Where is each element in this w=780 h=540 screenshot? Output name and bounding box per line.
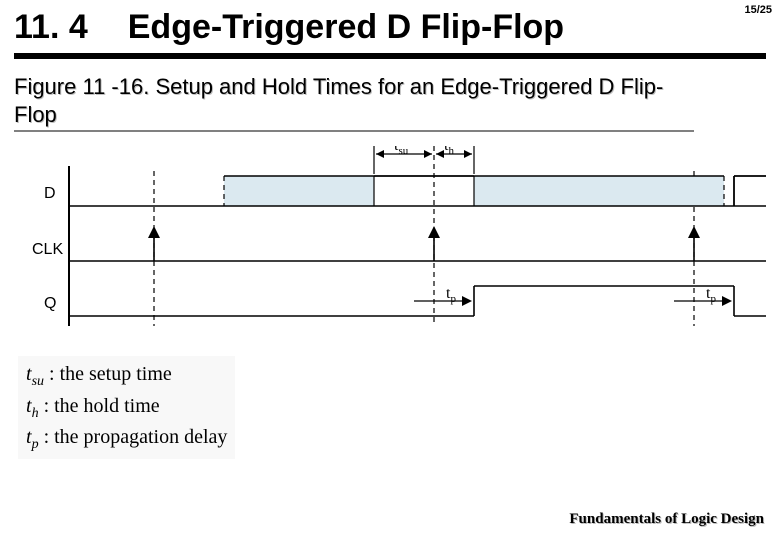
legend-th: th : the hold time (26, 392, 227, 424)
section-number: 11. 4 (14, 8, 88, 47)
signal-label-q: Q (44, 295, 56, 312)
legend-tp: tp : the propagation delay (26, 423, 227, 455)
timing-diagram: D tsu th CLK Q (14, 146, 766, 346)
header: 11. 4 Edge-Triggered D Flip-Flop (0, 0, 780, 47)
signal-label-clk: CLK (32, 241, 63, 258)
figure-caption: Figure 11 -16. Setup and Hold Times for … (14, 73, 694, 132)
page-number: 15/25 (744, 4, 772, 16)
th-label: th (444, 146, 454, 157)
legend-tsu: tsu : the setup time (26, 360, 227, 392)
footer-text: Fundamentals of Logic Design (569, 511, 764, 528)
section-title: Edge-Triggered D Flip-Flop (128, 8, 564, 47)
clk-edge-arrow (428, 226, 440, 261)
signal-label-d: D (44, 185, 56, 202)
tp-label-1: tp (446, 285, 456, 305)
legend-box: tsu : the setup time th : the hold time … (18, 356, 235, 459)
clk-edge-arrow (688, 226, 700, 261)
tsu-label: tsu (394, 146, 409, 157)
tp-label-2: tp (706, 285, 716, 305)
clk-edge-arrow (148, 226, 160, 261)
header-rule (14, 53, 766, 59)
